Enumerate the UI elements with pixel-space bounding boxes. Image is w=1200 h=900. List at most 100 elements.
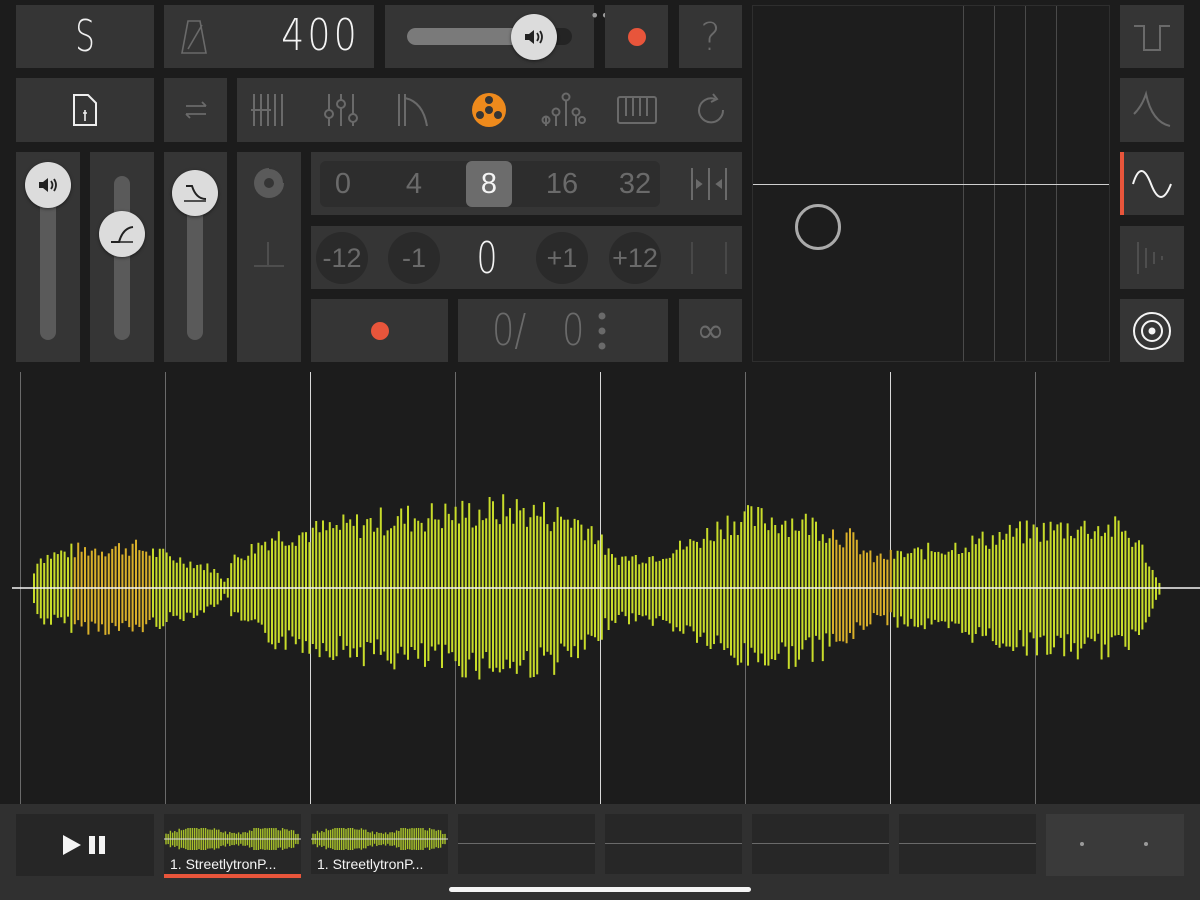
clip-slot-2[interactable]: 1. StreetlytronP... xyxy=(311,814,448,874)
grid-option-label: 4 xyxy=(405,167,423,200)
loop-infinite-button[interactable]: ∞ xyxy=(679,299,742,362)
xy-pad-cursor[interactable] xyxy=(795,204,841,250)
pitch-label: +12 xyxy=(612,242,658,273)
recorder-counter[interactable]: 0/ 0 xyxy=(458,299,668,362)
release-envelope-icon xyxy=(184,185,207,202)
logo-button[interactable]: S xyxy=(16,5,154,68)
infinity-icon: ∞ xyxy=(696,310,725,351)
crop-icon[interactable] xyxy=(252,240,286,274)
release-fader-handle[interactable] xyxy=(172,170,218,216)
audio-waveform xyxy=(12,494,1200,680)
master-volume-panel[interactable] xyxy=(385,5,594,68)
grid-panel: 0 4 8 16 32 xyxy=(311,152,742,215)
play-pause-icon xyxy=(63,835,105,855)
mixer-icon[interactable] xyxy=(323,92,359,128)
record-button[interactable] xyxy=(605,5,668,68)
xy-pad-crosshair xyxy=(753,184,1109,185)
help-button[interactable]: ? xyxy=(679,5,742,68)
clip-slot-5[interactable] xyxy=(752,814,889,874)
transfer-button[interactable] xyxy=(164,78,227,142)
grid-option-label: 8 xyxy=(480,167,498,200)
waveform-pulse-button[interactable] xyxy=(1120,226,1184,289)
pitch-value: 0 xyxy=(461,232,513,284)
clip-page-control[interactable] xyxy=(1046,814,1184,876)
record-icon xyxy=(627,27,646,46)
file-icon xyxy=(73,94,97,126)
pitch-down-1-button[interactable]: -1 xyxy=(388,232,440,284)
pitch-down-12-button[interactable]: -12 xyxy=(316,232,368,284)
volume-fader-panel[interactable] xyxy=(16,152,80,362)
grid-option-0[interactable]: 0 xyxy=(320,161,366,207)
speaker-icon xyxy=(39,178,57,192)
pitch-up-12-button[interactable]: +12 xyxy=(609,232,661,284)
volume-slider-handle[interactable] xyxy=(511,14,557,60)
page-dot xyxy=(1080,842,1084,846)
vinyl-icon[interactable] xyxy=(252,166,286,200)
grid-option-16[interactable]: 16 xyxy=(536,161,588,207)
pitch-label: -12 xyxy=(322,242,362,273)
pitch-label: -1 xyxy=(401,242,426,273)
clip-slot-3[interactable] xyxy=(458,814,595,874)
pulse-wave-icon xyxy=(1137,241,1163,274)
logo-text: S xyxy=(75,11,95,62)
release-fader-panel[interactable] xyxy=(164,152,227,362)
empty-clip-line xyxy=(899,843,1036,844)
grid-option-8[interactable]: 8 xyxy=(466,161,512,207)
more-icon[interactable] xyxy=(598,311,606,351)
xy-pad[interactable] xyxy=(752,5,1110,362)
attack-fader-track[interactable] xyxy=(114,176,130,340)
recorder-total: 0 xyxy=(562,305,585,356)
sample-tools-panel xyxy=(237,152,301,362)
clip-waveform xyxy=(311,828,448,850)
target-icon xyxy=(1133,311,1171,350)
shaper-icon[interactable] xyxy=(395,92,431,128)
mode-toolbar xyxy=(237,78,742,142)
grid-option-label: 16 xyxy=(545,167,579,200)
attack-fader-handle[interactable] xyxy=(99,211,145,257)
target-button[interactable] xyxy=(1120,299,1184,362)
active-indicator xyxy=(1120,152,1124,215)
clip-selected-indicator xyxy=(164,874,301,878)
play-pause-button[interactable] xyxy=(16,814,154,876)
volume-fader-handle[interactable] xyxy=(25,162,71,208)
clip-slot-1[interactable]: 1. StreetlytronP... xyxy=(164,814,301,878)
file-button[interactable] xyxy=(16,78,154,142)
waveform-decay-button[interactable] xyxy=(1120,78,1184,142)
pitch-up-1-button[interactable]: +1 xyxy=(536,232,588,284)
waveform-sine-button[interactable] xyxy=(1120,152,1184,215)
pitch-value-text: 0 xyxy=(476,232,498,284)
sequencer-icon[interactable] xyxy=(249,92,285,128)
keyboard-icon[interactable] xyxy=(617,96,657,124)
snap-icon[interactable] xyxy=(689,164,729,204)
attack-fader-panel[interactable] xyxy=(90,152,154,362)
nodes-icon[interactable] xyxy=(540,92,586,128)
decay-wave-icon xyxy=(1133,90,1171,127)
metronome-icon[interactable] xyxy=(180,19,208,55)
page-dot xyxy=(1144,842,1148,846)
square-wave-icon xyxy=(1134,24,1170,51)
clip-slot-6[interactable] xyxy=(899,814,1036,874)
loop-icon[interactable] xyxy=(693,92,729,128)
clip-label: 1. StreetlytronP... xyxy=(170,856,277,872)
waveform-square-button[interactable] xyxy=(1120,5,1184,68)
clip-label: 1. StreetlytronP... xyxy=(317,856,424,872)
pitch-label: +1 xyxy=(546,242,578,273)
grid-option-4[interactable]: 4 xyxy=(391,161,437,207)
recorder-count: 0/ xyxy=(492,305,527,356)
tempo-value[interactable]: 400 xyxy=(281,10,360,61)
sample-record-button[interactable] xyxy=(311,299,448,362)
grid-option-32[interactable]: 32 xyxy=(609,161,661,207)
record-icon xyxy=(370,321,389,340)
home-indicator[interactable] xyxy=(449,887,751,892)
clip-slot-4[interactable] xyxy=(605,814,742,874)
grid-option-label: 32 xyxy=(618,167,652,200)
pitch-panel: -12 -1 0 +1 +12 xyxy=(311,226,742,289)
tempo-panel[interactable]: 400 xyxy=(164,5,374,68)
empty-clip-line xyxy=(752,843,889,844)
help-label: ? xyxy=(700,14,721,59)
attack-envelope-icon xyxy=(111,226,134,243)
grid-option-label: 0 xyxy=(334,167,352,200)
tape-reel-icon[interactable] xyxy=(471,92,507,128)
speaker-icon xyxy=(525,30,543,44)
clip-waveform xyxy=(164,828,301,850)
